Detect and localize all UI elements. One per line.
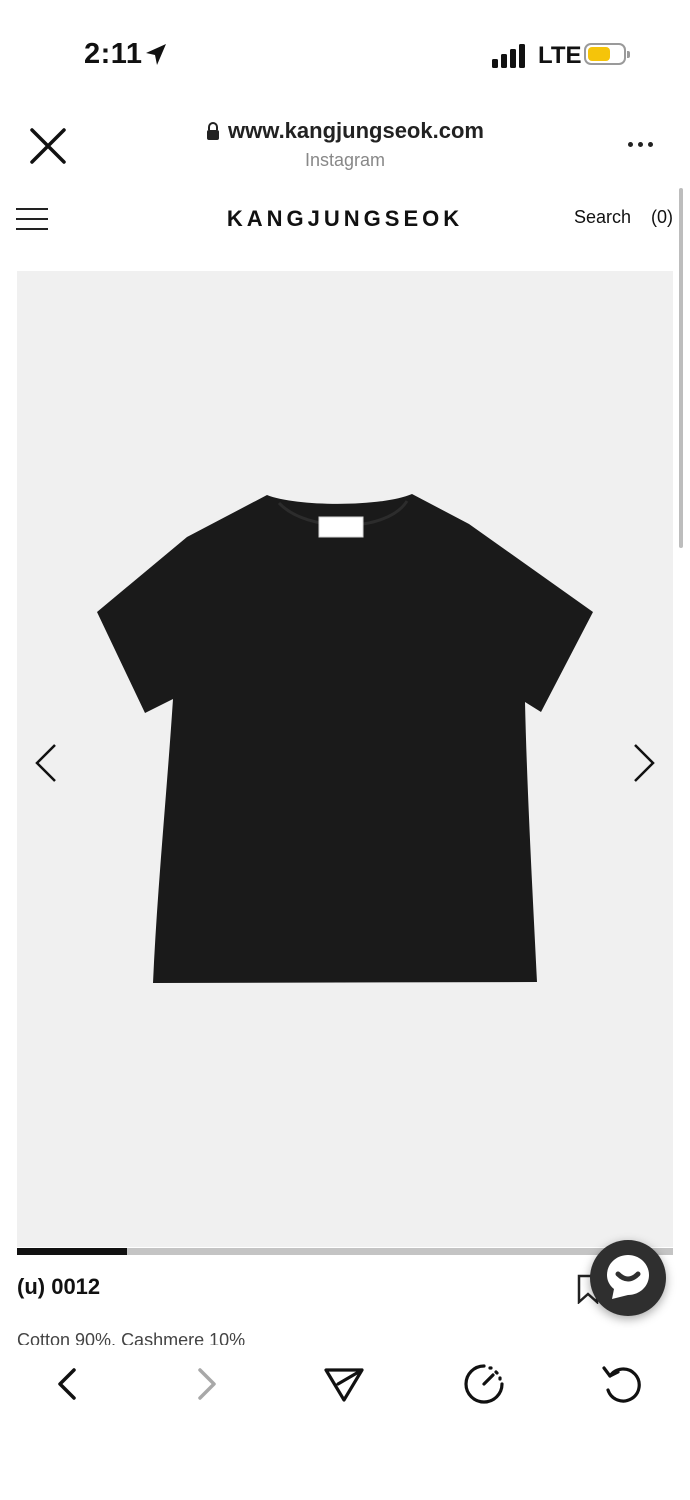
signal-icon (492, 44, 526, 68)
prev-image-icon[interactable] (31, 741, 61, 785)
scrollbar[interactable] (679, 188, 683, 548)
share-icon[interactable] (322, 1362, 366, 1406)
speed-icon[interactable] (462, 1362, 506, 1406)
battery-icon (584, 43, 630, 65)
reload-icon[interactable] (600, 1362, 644, 1406)
tshirt-image (97, 494, 593, 983)
lock-icon (207, 122, 220, 140)
url-source: Instagram (304, 150, 386, 170)
location-arrow-icon (146, 44, 166, 65)
product-material: Cotton 90%, Cashmere 10% (17, 1330, 246, 1345)
battery-level (588, 47, 610, 61)
product-name: (u) 0012 (17, 1274, 101, 1299)
network-label: LTE (538, 42, 582, 69)
chat-button[interactable] (590, 1240, 666, 1316)
cart-link[interactable]: (0) (651, 207, 673, 228)
forward-icon[interactable] (184, 1362, 228, 1406)
back-icon[interactable] (46, 1362, 90, 1406)
next-image-icon[interactable] (629, 741, 659, 785)
chat-icon (607, 1255, 649, 1299)
url-text: www.kangjungseok.com (228, 118, 484, 143)
status-time: 2:11 (84, 38, 143, 70)
url-bar[interactable]: www.kangjungseok.com (0, 118, 690, 144)
image-progress-fill (17, 1248, 127, 1255)
product-image[interactable] (17, 271, 673, 1247)
search-link[interactable]: Search (574, 207, 631, 228)
image-progress (17, 1248, 673, 1255)
more-icon[interactable] (626, 140, 656, 150)
